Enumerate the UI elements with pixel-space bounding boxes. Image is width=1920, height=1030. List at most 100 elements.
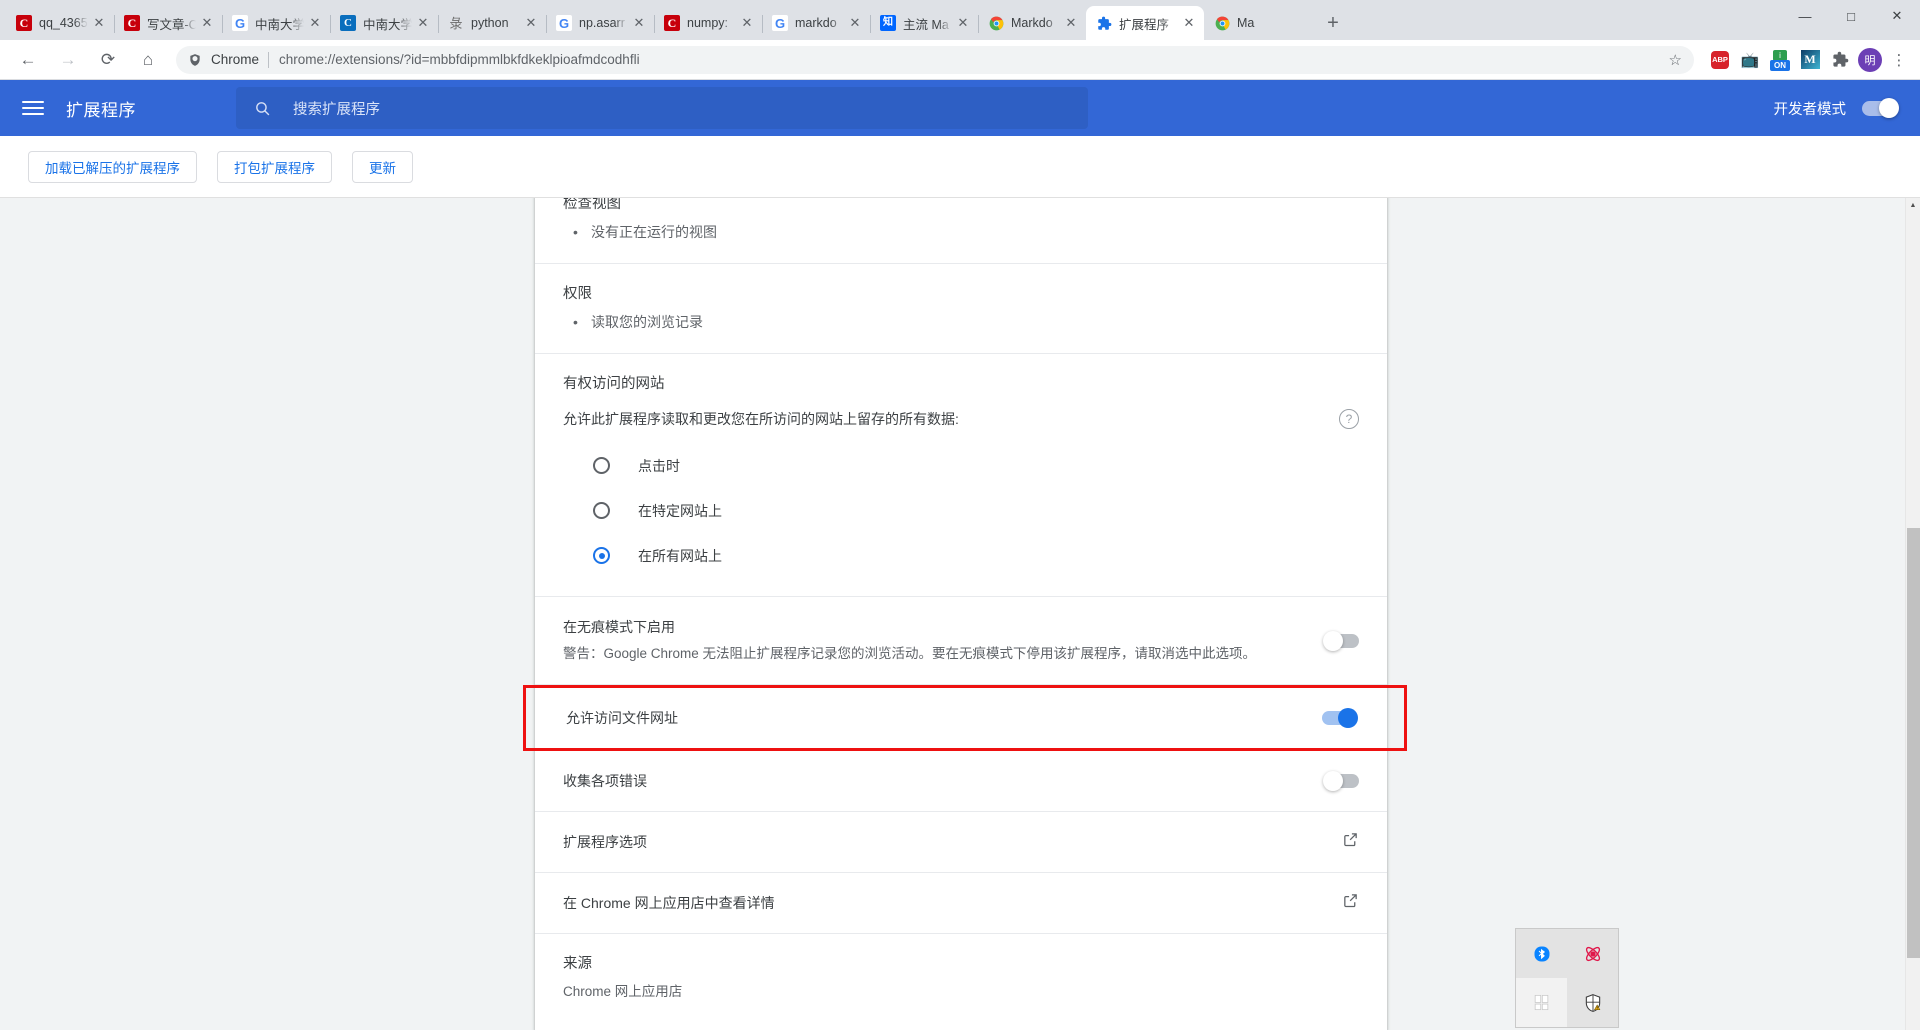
browser-tab[interactable]: C 中南大学 ✕ bbox=[330, 6, 438, 40]
scrollbar-thumb[interactable] bbox=[1907, 528, 1920, 958]
search-placeholder-text: 搜索扩展程序 bbox=[293, 101, 380, 118]
pack-extension-button[interactable]: 打包扩展程序 bbox=[217, 150, 332, 183]
tab-close-icon[interactable]: ✕ bbox=[846, 14, 864, 32]
collect-errors-title: 收集各项错误 bbox=[563, 773, 647, 789]
webstore-details-row[interactable]: 在 Chrome 网上应用店中查看详情 bbox=[535, 873, 1387, 934]
markdown-m-icon[interactable]: M bbox=[1796, 46, 1824, 74]
allow-file-urls-toggle[interactable] bbox=[1322, 708, 1358, 728]
window-controls: — □ ✕ bbox=[1782, 0, 1920, 32]
extensions-puzzle-icon[interactable] bbox=[1826, 46, 1854, 74]
inspect-views-section: 检查视图 没有正在运行的视图 bbox=[535, 198, 1387, 264]
tab-title: markdo bbox=[795, 16, 837, 30]
address-bar[interactable]: Chrome chrome://extensions/?id=mbbfdipmm… bbox=[176, 45, 1694, 74]
site-access-option-on-all-sites[interactable]: 在所有网站上 bbox=[563, 533, 1359, 578]
browser-tab[interactable]: 知 主流 Ma ✕ bbox=[870, 6, 978, 40]
radio-label: 在所有网站上 bbox=[638, 547, 722, 564]
browser-tab[interactable]: C numpy: ✕ bbox=[654, 6, 762, 40]
tab-close-icon[interactable]: ✕ bbox=[630, 14, 648, 32]
inspect-views-title: 检查视图 bbox=[563, 198, 621, 212]
update-button[interactable]: 更新 bbox=[352, 150, 413, 183]
radio-icon bbox=[593, 457, 610, 474]
browser-tab[interactable]: C qq_4365 ✕ bbox=[6, 6, 114, 40]
browser-toolbar: ← → ⟳ ⌂ Chrome chrome://extensions/?id=m… bbox=[0, 40, 1920, 80]
hamburger-menu-icon[interactable] bbox=[22, 97, 44, 119]
tab-close-icon[interactable]: ✕ bbox=[90, 14, 108, 32]
search-icon bbox=[254, 100, 271, 117]
site-access-option-on-specific-sites[interactable]: 在特定网站上 bbox=[563, 488, 1359, 533]
open-in-new-icon[interactable] bbox=[1342, 831, 1359, 853]
browser-tab[interactable]: C 写文章-C ✕ bbox=[114, 6, 222, 40]
tab-close-icon[interactable]: ✕ bbox=[954, 14, 972, 32]
site-access-option-on-click[interactable]: 点击时 bbox=[563, 443, 1359, 488]
omnibox-url-text: chrome://extensions/?id=mbbfdipmmlbkfdke… bbox=[279, 52, 640, 67]
load-unpacked-button[interactable]: 加载已解压的扩展程序 bbox=[28, 150, 197, 183]
bookmark-star-icon[interactable]: ☆ bbox=[1659, 51, 1682, 69]
open-in-new-icon[interactable] bbox=[1342, 892, 1359, 914]
search-extensions-input[interactable]: 搜索扩展程序 bbox=[236, 87, 1088, 129]
site-access-section: 有权访问的网站 允许此扩展程序读取和更改您在所访问的网站上留存的所有数据: ? … bbox=[535, 354, 1387, 597]
browser-tab-active[interactable]: 扩展程序 ✕ bbox=[1086, 6, 1204, 40]
zhihu-icon: 知 bbox=[880, 15, 896, 31]
allow-file-urls-row: 允许访问文件网址 bbox=[523, 685, 1407, 751]
minimize-button[interactable]: — bbox=[1782, 0, 1828, 32]
back-button[interactable]: ← bbox=[13, 45, 43, 75]
webstore-details-title: 在 Chrome 网上应用店中查看详情 bbox=[563, 895, 775, 911]
reload-button[interactable]: ⟳ bbox=[93, 45, 123, 75]
browser-tab[interactable]: G markdo ✕ bbox=[762, 6, 870, 40]
page-title: 扩展程序 bbox=[66, 100, 136, 120]
system-tray-popup bbox=[1515, 928, 1619, 1028]
adblock-plus-icon[interactable]: ABP bbox=[1706, 46, 1734, 74]
new-tab-button[interactable]: + bbox=[1318, 8, 1348, 38]
developer-mode-toggle[interactable] bbox=[1862, 97, 1899, 118]
tab-title: 写文章-C bbox=[147, 17, 196, 32]
csdn-icon: C bbox=[664, 15, 680, 31]
browser-tab[interactable]: G np.asarr ✕ bbox=[546, 6, 654, 40]
collect-errors-toggle[interactable] bbox=[1323, 771, 1359, 791]
extension-detail-card: 检查视图 没有正在运行的视图 权限 读取您的浏览记录 有权访问的网站 允许此扩展… bbox=[523, 198, 1407, 1030]
developer-mode-control: 开发者模式 bbox=[1774, 97, 1899, 119]
extension-options-row[interactable]: 扩展程序选项 bbox=[535, 812, 1387, 873]
tab-close-icon[interactable]: ✕ bbox=[738, 14, 756, 32]
scroll-up-arrow-icon[interactable]: ▲ bbox=[1906, 198, 1920, 213]
permissions-title: 权限 bbox=[563, 286, 592, 302]
windows-flag-icon[interactable] bbox=[1516, 978, 1567, 1027]
browser-tab[interactable]: 彔 python ✕ bbox=[438, 6, 546, 40]
tab-title: np.asarr bbox=[579, 16, 625, 30]
radio-icon bbox=[593, 502, 610, 519]
forward-button[interactable]: → bbox=[53, 45, 83, 75]
on-badge-icon[interactable]: i ON bbox=[1766, 46, 1794, 74]
page-scrollbar[interactable]: ▲ bbox=[1905, 198, 1920, 1030]
incognito-toggle[interactable] bbox=[1323, 630, 1359, 651]
tab-close-icon[interactable]: ✕ bbox=[198, 14, 216, 32]
browser-tab[interactable]: Markdo ✕ bbox=[978, 6, 1086, 40]
tab-close-icon[interactable]: ✕ bbox=[306, 14, 324, 32]
maximize-button[interactable]: □ bbox=[1828, 0, 1874, 32]
profile-avatar[interactable]: 明 bbox=[1856, 46, 1884, 74]
tv-icon[interactable]: 📺 bbox=[1736, 46, 1764, 74]
tab-title: numpy: bbox=[687, 16, 728, 30]
tab-close-icon[interactable]: ✕ bbox=[414, 14, 432, 32]
tab-close-icon[interactable]: ✕ bbox=[1062, 14, 1080, 32]
red-atom-icon[interactable] bbox=[1567, 929, 1618, 978]
help-icon[interactable]: ? bbox=[1339, 409, 1359, 429]
tab-close-icon[interactable]: ✕ bbox=[1180, 14, 1198, 32]
extensions-action-bar: 加载已解压的扩展程序 打包扩展程序 更新 bbox=[0, 136, 1920, 198]
extension-detail-content: 检查视图 没有正在运行的视图 权限 读取您的浏览记录 有权访问的网站 允许此扩展… bbox=[0, 198, 1920, 1030]
incognito-row: 在无痕模式下启用 警告：Google Chrome 无法阻止扩展程序记录您的浏览… bbox=[535, 597, 1387, 685]
puzzle-icon bbox=[1096, 15, 1112, 31]
google-icon: G bbox=[772, 15, 788, 31]
tab-close-icon[interactable]: ✕ bbox=[522, 14, 540, 32]
chrome-shield-icon bbox=[188, 53, 202, 67]
security-shield-warning-icon[interactable] bbox=[1567, 978, 1618, 1027]
chrome-menu-icon[interactable]: ⋮ bbox=[1886, 51, 1912, 69]
extension-options-title: 扩展程序选项 bbox=[563, 834, 647, 850]
permissions-item: 读取您的浏览记录 bbox=[563, 309, 1359, 335]
radio-icon-selected bbox=[593, 547, 610, 564]
close-window-button[interactable]: ✕ bbox=[1874, 0, 1920, 32]
bluetooth-icon[interactable] bbox=[1516, 929, 1567, 978]
tab-strip: C qq_4365 ✕ C 写文章-C ✕ G 中南大学 ✕ C 中南大学 ✕ … bbox=[0, 0, 1920, 40]
browser-tab[interactable]: G 中南大学 ✕ bbox=[222, 6, 330, 40]
home-button[interactable]: ⌂ bbox=[133, 45, 163, 75]
site-access-title: 有权访问的网站 bbox=[563, 376, 665, 392]
browser-tab[interactable]: Ma bbox=[1204, 6, 1312, 40]
